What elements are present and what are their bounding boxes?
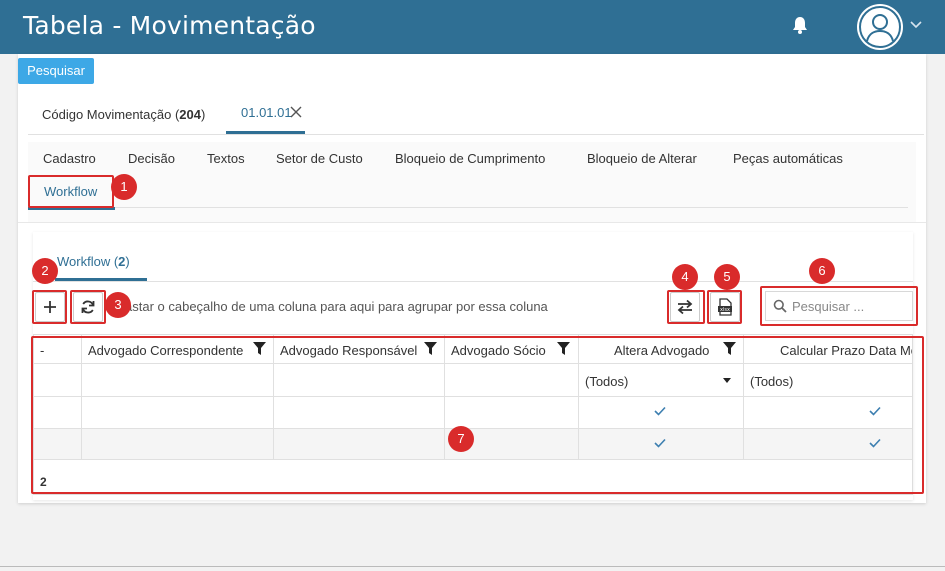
tab-setor-de-custo[interactable]: Setor de Custo [276, 151, 363, 166]
annotation-badge-3: 3 [105, 292, 131, 318]
tab-label: Workflow ( [57, 254, 119, 269]
annotation-badge-4: 4 [672, 264, 698, 290]
tab-bloqueio-de-alterar[interactable]: Bloqueio de Alterar [587, 151, 697, 166]
close-icon[interactable] [289, 105, 303, 119]
app-title: Tabela - Movimentação [23, 11, 316, 40]
annotation-badge-6: 6 [809, 258, 835, 284]
annotation-box-4 [667, 290, 705, 324]
annotation-badge-7: 7 [448, 426, 474, 452]
app-header: Tabela - Movimentação [0, 0, 945, 54]
tab-record[interactable]: 01.01.01 [241, 105, 292, 120]
search-button[interactable]: Pesquisar [18, 58, 94, 84]
tab-decisao[interactable]: Decisão [128, 151, 175, 166]
tab-codigo-movimentacao[interactable]: Código Movimentação (204) [42, 107, 205, 122]
tab-workflow-grid[interactable]: Workflow (2) [57, 254, 130, 269]
divider [28, 207, 908, 208]
annotation-box-5 [707, 290, 742, 324]
annotation-box-3 [70, 290, 106, 324]
tab-label-suffix: ) [201, 107, 206, 122]
annotation-box-2 [32, 290, 67, 324]
tab-label-suffix: ) [125, 254, 130, 269]
tab-bloqueio-de-cumprimento[interactable]: Bloqueio de Cumprimento [395, 151, 545, 166]
tab-count: 204 [179, 107, 201, 122]
divider [0, 566, 945, 567]
tab-label: Código Movimentação ( [42, 107, 180, 122]
annotation-box-1 [28, 175, 114, 208]
divider [18, 222, 926, 223]
annotation-badge-2: 2 [32, 258, 58, 284]
bell-icon[interactable] [792, 16, 808, 34]
user-avatar-icon[interactable] [857, 4, 903, 50]
annotation-badge-5: 5 [714, 264, 740, 290]
annotation-box-6 [760, 286, 918, 326]
annotation-badge-1: 1 [111, 174, 137, 200]
chevron-down-icon[interactable] [910, 20, 922, 30]
divider [28, 134, 924, 135]
tab-pecas-automaticas[interactable]: Peças automáticas [733, 151, 843, 166]
tab-cadastro[interactable]: Cadastro [43, 151, 96, 166]
divider [33, 281, 913, 282]
group-by-hint: astar o cabeçalho de uma coluna para aqu… [125, 299, 548, 314]
annotation-box-7 [31, 336, 924, 494]
tab-textos[interactable]: Textos [207, 151, 245, 166]
